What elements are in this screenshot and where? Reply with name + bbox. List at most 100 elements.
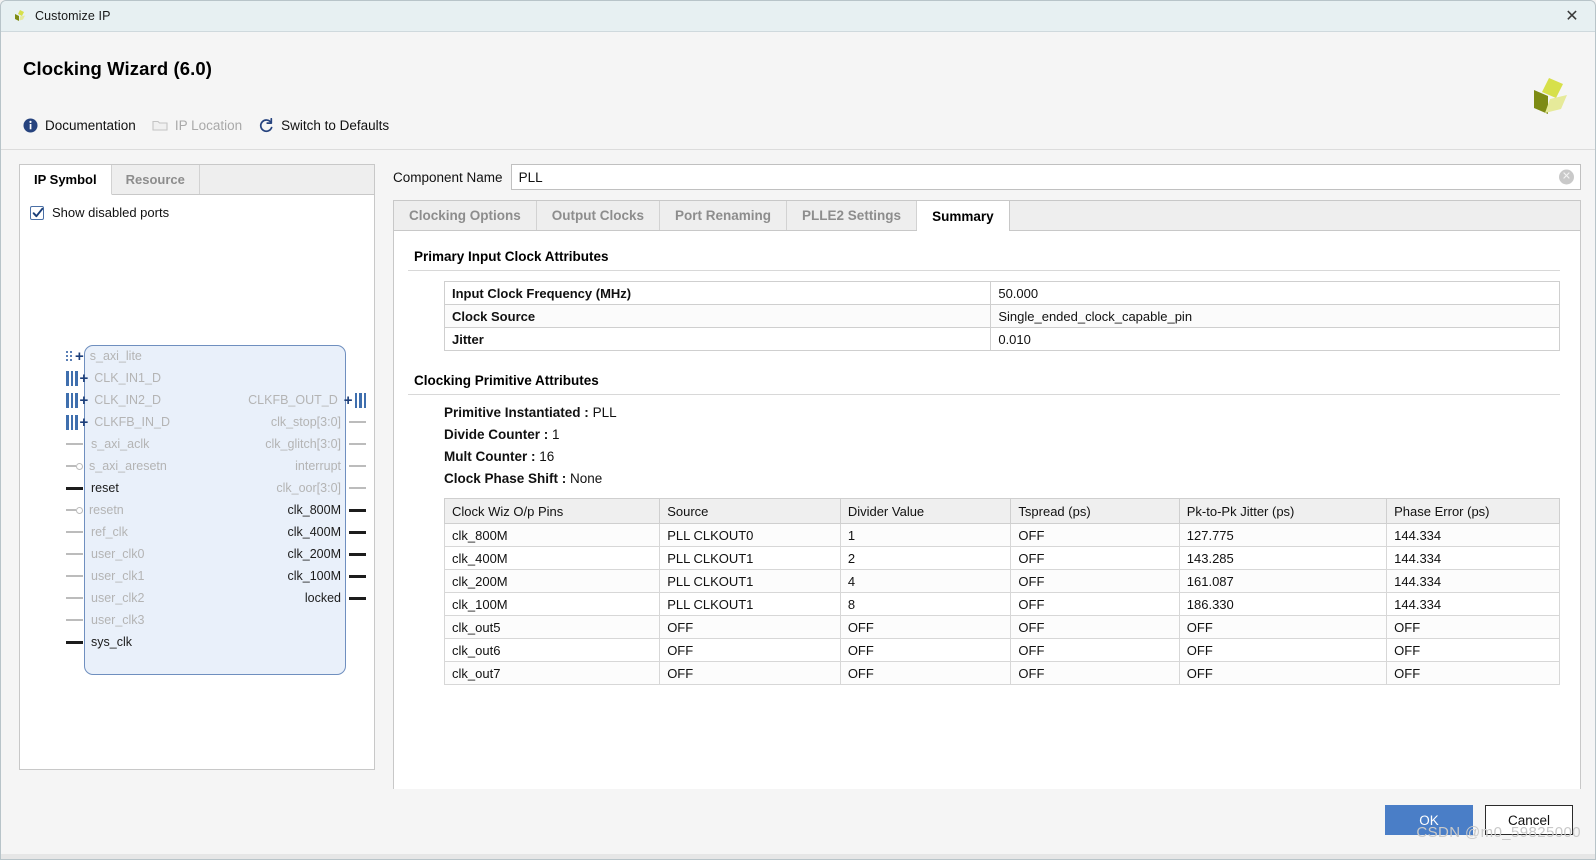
tab-summary[interactable]: Summary <box>917 201 1010 231</box>
xilinx-logo <box>1525 76 1569 118</box>
cell-phase-error: 144.334 <box>1386 569 1560 593</box>
port-label: clk_400M <box>287 525 342 539</box>
port-clk_stop: clk_stop[3:0] <box>271 411 366 433</box>
tab-port-renaming-label: Port Renaming <box>675 208 772 223</box>
section-divider <box>408 270 1560 271</box>
col-header-tspread: Tspread (ps) <box>1010 498 1180 524</box>
close-icon[interactable]: ✕ <box>1555 3 1589 29</box>
table-row: clk_out5 OFF OFF OFF OFF OFF <box>443 615 1560 639</box>
port-label: user_clk0 <box>91 547 145 561</box>
expand-icon[interactable]: + <box>80 371 89 386</box>
component-name-field[interactable]: ✕ <box>510 164 1581 190</box>
expand-icon[interactable]: + <box>344 393 353 408</box>
table-row: clk_out7 OFF OFF OFF OFF OFF <box>443 661 1560 685</box>
port-label: interrupt <box>295 459 341 473</box>
col-header-pk-to-pk-jitter: Pk-to-Pk Jitter (ps) <box>1178 498 1388 524</box>
switch-to-defaults-button[interactable]: Switch to Defaults <box>254 115 401 135</box>
table-row: clk_200M PLL CLKOUT1 4 OFF 161.087 144.3… <box>443 569 1560 593</box>
port-label: s_axi_aresetn <box>89 459 167 473</box>
port-label: user_clk2 <box>91 591 145 605</box>
tab-output-clocks[interactable]: Output Clocks <box>537 201 661 230</box>
table-row: Jitter 0.010 <box>443 327 1560 351</box>
port-label: s_axi_aclk <box>91 437 150 451</box>
clock-phase-shift-item: Clock Phase Shift : None <box>444 471 1560 486</box>
attr-value: 1 <box>552 427 560 442</box>
clear-circle-icon[interactable]: ✕ <box>1559 169 1574 185</box>
pin-stub-icon <box>66 575 83 577</box>
bus-connector-icon <box>66 370 78 386</box>
attr-value: 16 <box>539 449 555 464</box>
port-label: clk_200M <box>287 547 342 561</box>
cell-source: OFF <box>659 615 841 639</box>
table-row: Clock Source Single_ended_clock_capable_… <box>443 304 1560 328</box>
cell-tspread: OFF <box>1010 523 1180 547</box>
expand-icon[interactable]: + <box>75 349 84 364</box>
ip-location-label: IP Location <box>174 117 243 133</box>
port-label: s_axi_lite <box>89 349 142 363</box>
tab-summary-label: Summary <box>932 208 994 224</box>
tabstrip-filler <box>1010 201 1580 230</box>
cancel-button[interactable]: Cancel <box>1485 805 1573 835</box>
page-title: Clocking Wizard (6.0) <box>23 58 213 79</box>
title-bar: Customize IP ✕ <box>1 1 1595 32</box>
divide-counter-item: Divide Counter : 1 <box>444 427 1560 442</box>
port-locked: locked <box>305 587 366 609</box>
header-toolbar: Documentation IP Location Switch to Defa… <box>18 115 401 135</box>
cell-divider: OFF <box>839 638 1012 662</box>
ip-symbol-canvas: Show disabled ports + s_axi_lite + CLK_I… <box>20 195 374 769</box>
pin-stub-icon <box>66 531 83 533</box>
port-label: ref_clk <box>91 525 128 539</box>
pin-stub-icon <box>66 619 83 621</box>
attr-value: None <box>570 471 603 486</box>
port-label: CLK_IN1_D <box>94 371 161 385</box>
info-icon <box>22 117 38 133</box>
background-window-edge <box>1 854 1595 859</box>
attr-key: Divide Counter : <box>444 427 549 442</box>
component-name-input[interactable] <box>511 165 1580 189</box>
cell-pin: clk_400M <box>443 546 661 570</box>
component-name-label: Component Name <box>393 169 503 185</box>
col-header-divider-value: Divider Value <box>839 498 1012 524</box>
attr-value: PLL <box>592 405 617 420</box>
cell-phase-error: OFF <box>1386 638 1560 662</box>
xilinx-logo-icon <box>11 9 27 23</box>
port-label: user_clk1 <box>91 569 145 583</box>
tab-resource[interactable]: Resource <box>112 165 200 194</box>
cell-pin: clk_out5 <box>443 615 661 639</box>
tab-port-renaming[interactable]: Port Renaming <box>660 201 788 230</box>
attr-key: Clock Source <box>443 304 992 328</box>
table-row: clk_800M PLL CLKOUT0 1 OFF 127.775 144.3… <box>443 523 1560 547</box>
tab-clocking-options[interactable]: Clocking Options <box>394 201 537 230</box>
config-tabstrip: Clocking Options Output Clocks Port Rena… <box>393 200 1581 231</box>
show-disabled-ports-label: Show disabled ports <box>52 205 170 220</box>
port-label: CLKFB_OUT_D <box>248 393 338 407</box>
tab-ip-symbol[interactable]: IP Symbol <box>20 165 112 195</box>
table-row: clk_400M PLL CLKOUT1 2 OFF 143.285 144.3… <box>443 546 1560 570</box>
documentation-button[interactable]: Documentation <box>18 115 148 135</box>
port-user_clk1: user_clk1 <box>66 565 145 587</box>
cell-jitter: 186.330 <box>1178 592 1388 616</box>
ok-button[interactable]: OK <box>1385 805 1473 835</box>
cell-divider: OFF <box>839 661 1012 685</box>
tab-clocking-options-label: Clocking Options <box>409 208 521 223</box>
cell-source: PLL CLKOUT0 <box>659 523 841 547</box>
ip-location-button[interactable]: IP Location <box>148 115 254 135</box>
port-label: CLKFB_IN_D <box>94 415 170 429</box>
pin-stub-icon <box>349 487 366 489</box>
ip-symbol-diagram: + s_axi_lite + CLK_IN1_D + CLK_IN2_D + C… <box>66 345 366 675</box>
bus-connector-icon <box>66 351 73 361</box>
expand-icon[interactable]: + <box>80 393 89 408</box>
refresh-icon <box>258 117 274 133</box>
bus-connector-icon <box>66 392 78 408</box>
port-resetn: resetn <box>66 499 124 521</box>
pin-stub-icon <box>349 596 366 600</box>
cell-pin: clk_800M <box>443 523 661 547</box>
port-s_axi_lite: + s_axi_lite <box>66 345 142 367</box>
cell-pin: clk_100M <box>443 592 661 616</box>
expand-icon[interactable]: + <box>80 415 89 430</box>
show-disabled-ports-checkbox[interactable]: Show disabled ports <box>30 205 374 220</box>
port-user_clk2: user_clk2 <box>66 587 145 609</box>
tab-plle2-settings[interactable]: PLLE2 Settings <box>787 201 918 230</box>
pin-stub-icon <box>349 421 366 423</box>
tab-resource-label: Resource <box>125 172 185 187</box>
